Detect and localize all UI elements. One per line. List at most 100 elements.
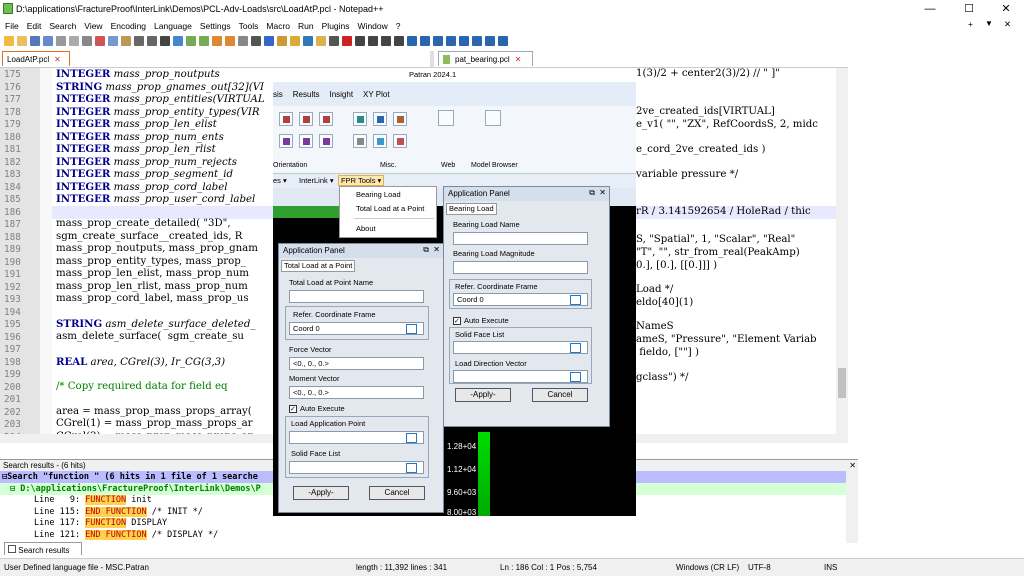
open-file-icon[interactable] xyxy=(17,36,27,46)
force-vector-input[interactable]: <0., 0., 0.> xyxy=(289,357,424,370)
menu-item-about[interactable]: About xyxy=(356,224,376,233)
menu-language[interactable]: Language xyxy=(154,21,192,31)
solid-face-list-input[interactable] xyxy=(289,461,424,474)
udl-icon[interactable] xyxy=(277,36,287,46)
plugin-icon-8[interactable] xyxy=(498,36,508,46)
panel-close-icon[interactable]: ✕ xyxy=(433,245,440,254)
ribbon-tool-icon[interactable] xyxy=(353,134,367,148)
minimize-button[interactable]: — xyxy=(920,2,940,16)
plugin-icon-5[interactable] xyxy=(459,36,469,46)
select-point-icon[interactable] xyxy=(406,433,417,443)
panel-close-icon[interactable]: ✕ xyxy=(599,188,606,197)
play-macro-icon[interactable] xyxy=(368,36,378,46)
ribbon-tool-icon[interactable] xyxy=(393,112,407,126)
menu-item-bearing-load[interactable]: Bearing Load xyxy=(356,190,401,199)
menu-file[interactable]: File xyxy=(5,21,19,31)
cancel-button[interactable]: Cancel xyxy=(532,388,588,402)
sync-h-icon[interactable] xyxy=(225,36,235,46)
paste-icon[interactable] xyxy=(121,36,131,46)
plugin-icon-3[interactable] xyxy=(433,36,443,46)
editor-vertical-scrollbar[interactable] xyxy=(836,68,848,443)
indent-guide-icon[interactable] xyxy=(264,36,274,46)
plugin-icon-6[interactable] xyxy=(472,36,482,46)
plugin-icon-4[interactable] xyxy=(446,36,456,46)
menu-encoding[interactable]: Encoding xyxy=(111,21,146,31)
doc-map-icon[interactable] xyxy=(290,36,300,46)
cut-icon[interactable] xyxy=(95,36,105,46)
plugin-icon-7[interactable] xyxy=(485,36,495,46)
model-browser-icon[interactable] xyxy=(485,110,501,126)
menu-tools[interactable]: Tools xyxy=(239,21,259,31)
solid-face-list-input[interactable] xyxy=(453,341,588,354)
maximize-button[interactable]: ☐ xyxy=(959,2,979,16)
ribbon-tab-xyplot[interactable]: XY Plot xyxy=(363,90,390,99)
ribbon-tool-icon[interactable] xyxy=(393,134,407,148)
load-app-point-input[interactable] xyxy=(289,431,424,444)
run-macro-icon[interactable] xyxy=(381,36,391,46)
results-scrollbar[interactable] xyxy=(846,471,858,543)
scroll-thumb[interactable] xyxy=(838,368,846,398)
close-all-icon[interactable] xyxy=(69,36,79,46)
ribbon-tool-icon[interactable] xyxy=(353,112,367,126)
home-icon[interactable] xyxy=(438,110,454,126)
search-hit[interactable]: Line 121: END FUNCTION /* DISPLAY */ xyxy=(0,529,858,542)
tab-list-button[interactable]: ▼ xyxy=(985,19,993,28)
save-icon[interactable] xyxy=(30,36,40,46)
save-all-icon[interactable] xyxy=(43,36,53,46)
menu-edit[interactable]: Edit xyxy=(27,21,42,31)
moment-vector-input[interactable]: <0., 0., 0.> xyxy=(289,386,424,399)
search-hit[interactable]: Line 117: FUNCTION DISPLAY xyxy=(0,518,858,530)
undo-icon[interactable] xyxy=(134,36,144,46)
select-coord-icon[interactable] xyxy=(570,295,581,305)
replace-icon[interactable] xyxy=(173,36,183,46)
ribbon-tool-icon[interactable] xyxy=(299,134,313,148)
tab-loadatp[interactable]: LoadAtP.pcl ✕ xyxy=(2,51,70,66)
all-chars-icon[interactable] xyxy=(251,36,261,46)
ribbon-tool-icon[interactable] xyxy=(299,112,313,126)
auto-execute-checkbox[interactable]: ✓ xyxy=(289,405,297,413)
menu-item-total-load[interactable]: Total Load at a Point xyxy=(356,204,424,213)
new-tab-plus-button[interactable]: + xyxy=(968,19,973,29)
copy-icon[interactable] xyxy=(108,36,118,46)
ribbon-tool-icon[interactable] xyxy=(319,112,333,126)
monitor-icon[interactable] xyxy=(329,36,339,46)
ribbon-tool-icon[interactable] xyxy=(373,112,387,126)
select-coord-icon[interactable] xyxy=(406,324,417,334)
sync-v-icon[interactable] xyxy=(212,36,222,46)
plugin-icon-2[interactable] xyxy=(420,36,430,46)
menu-view[interactable]: View xyxy=(84,21,102,31)
new-file-icon[interactable] xyxy=(4,36,14,46)
apply-button[interactable]: -Apply- xyxy=(455,388,511,402)
ribbon-tool-icon[interactable] xyxy=(279,112,293,126)
ribbon-tab-analysis[interactable]: sis xyxy=(273,90,283,99)
select-vector-icon[interactable] xyxy=(570,372,581,382)
ribbon-tab-results[interactable]: Results xyxy=(293,90,320,99)
total-load-name-input[interactable] xyxy=(289,290,424,303)
print-icon[interactable] xyxy=(82,36,92,46)
menu-window[interactable]: Window xyxy=(358,21,388,31)
zoom-in-icon[interactable] xyxy=(186,36,196,46)
close-panel-icon[interactable]: ✕ xyxy=(849,460,856,471)
redo-icon[interactable] xyxy=(147,36,157,46)
func-list-icon[interactable] xyxy=(303,36,313,46)
restore-icon[interactable]: ⧉ xyxy=(423,245,429,255)
coord-frame-input[interactable]: Coord 0 xyxy=(289,322,424,335)
bearing-load-name-input[interactable] xyxy=(453,232,588,245)
close-doc-button[interactable]: ✕ xyxy=(1004,19,1011,30)
ribbon-tab-insight[interactable]: Insight xyxy=(329,90,353,99)
apply-button[interactable]: -Apply- xyxy=(293,486,349,500)
panel-tab-bearing-load[interactable]: Bearing Load xyxy=(446,203,497,215)
menu-settings[interactable]: Settings xyxy=(200,21,231,31)
coord-frame-input[interactable]: Coord 0 xyxy=(453,293,588,306)
select-face-icon[interactable] xyxy=(570,343,581,353)
close-file-icon[interactable] xyxy=(56,36,66,46)
ribbon-tool-icon[interactable] xyxy=(319,134,333,148)
menu-interlink[interactable]: InterLink ▾ xyxy=(299,176,334,185)
wrap-icon[interactable] xyxy=(238,36,248,46)
ribbon-tool-icon[interactable] xyxy=(373,134,387,148)
record-macro-icon[interactable] xyxy=(342,36,352,46)
menu-macro[interactable]: Macro xyxy=(266,21,290,31)
menu-search[interactable]: Search xyxy=(49,21,76,31)
search-results-tab[interactable]: Search results xyxy=(4,542,82,555)
tab-pat-bearing[interactable]: pat_bearing.pcl ✕ xyxy=(438,51,533,66)
